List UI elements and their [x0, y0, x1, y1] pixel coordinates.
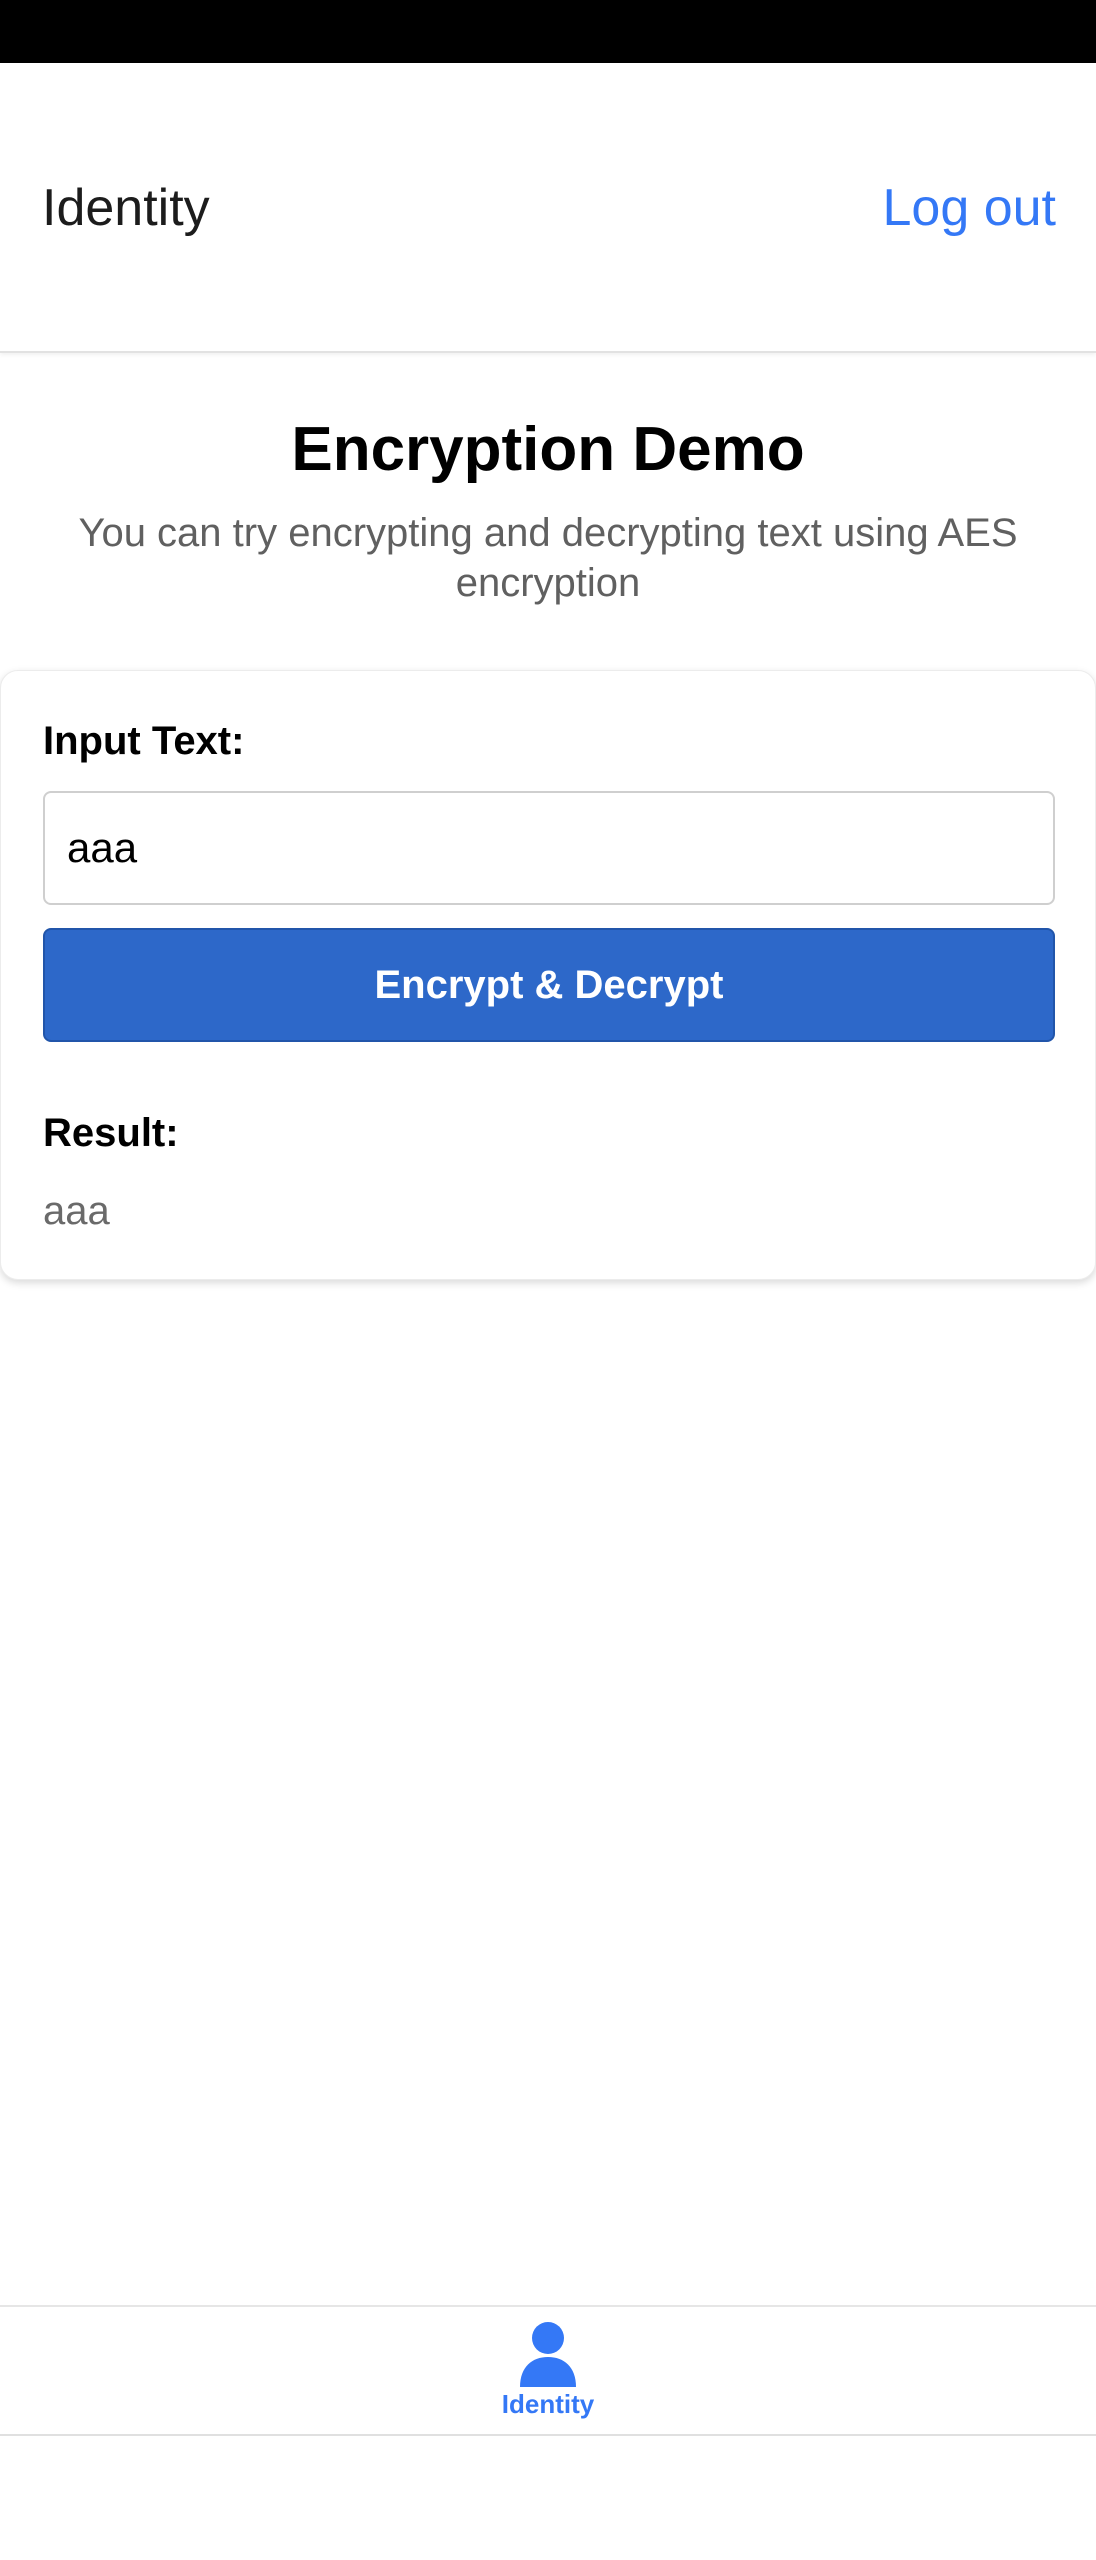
header-title: Identity	[42, 179, 210, 237]
result-value: aaa	[43, 1189, 110, 1233]
status-bar	[0, 0, 1096, 63]
encrypt-decrypt-button[interactable]: Encrypt & Decrypt	[43, 928, 1055, 1042]
app-header: Identity Log out	[0, 63, 1096, 353]
person-icon	[520, 2322, 576, 2387]
page-description: You can try encrypting and decrypting te…	[78, 511, 1018, 605]
encryption-card: Input Text: Encrypt & Decrypt Result: aa…	[0, 670, 1096, 1280]
intro-section: Encryption Demo You can try encrypting a…	[0, 400, 1096, 608]
input-text-label: Input Text:	[43, 719, 245, 763]
bottom-tab-bar: Identity	[0, 2305, 1096, 2436]
tab-identity-label: Identity	[501, 2389, 595, 2419]
page-title: Encryption Demo	[291, 415, 805, 484]
tab-identity[interactable]: Identity	[448, 2307, 648, 2434]
input-text-field[interactable]	[43, 791, 1055, 905]
logout-button[interactable]: Log out	[883, 63, 1057, 353]
result-label: Result:	[43, 1111, 179, 1155]
